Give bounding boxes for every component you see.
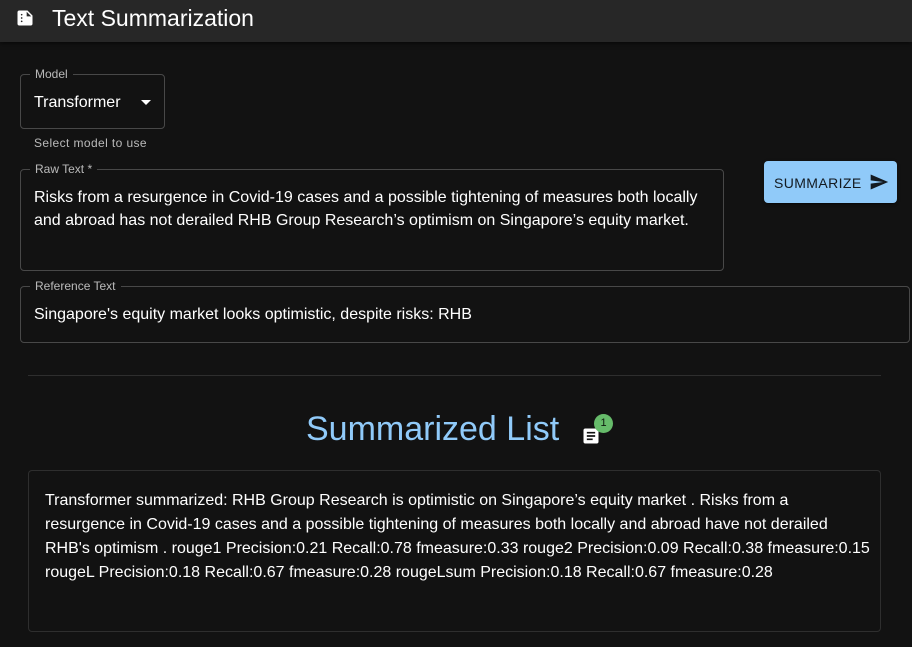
- raw-text-label: Raw Text *: [30, 162, 98, 176]
- summary-card: Transformer summarized: RHB Group Resear…: [28, 470, 881, 632]
- reference-text-label: Reference Text: [30, 279, 121, 293]
- reference-text-input[interactable]: Singapore's equity market looks optimist…: [34, 305, 472, 324]
- summarized-list-title: Summarized List: [306, 410, 560, 448]
- model-select[interactable]: Model Transformer: [20, 67, 165, 129]
- reference-text-field[interactable]: Reference Text Singapore's equity market…: [20, 279, 910, 343]
- summarize-document-icon: [17, 10, 33, 26]
- model-selected-value: Transformer: [34, 94, 121, 111]
- summarize-button-label: SUMMARIZE: [774, 175, 862, 191]
- section-divider: [28, 375, 881, 376]
- summarize-button[interactable]: SUMMARIZE: [764, 161, 897, 203]
- model-helper-text: Select model to use: [34, 136, 147, 150]
- raw-text-input[interactable]: Risks from a resurgence in Covid-19 case…: [34, 186, 714, 232]
- model-label: Model: [30, 67, 73, 81]
- summary-count-badge: 1: [594, 414, 613, 433]
- app-bar: Text Summarization: [0, 0, 912, 42]
- dropdown-arrow-icon: [141, 100, 151, 105]
- app-title: Text Summarization: [52, 5, 254, 31]
- summary-item: Transformer summarized: RHB Group Resear…: [45, 492, 870, 581]
- send-icon: [870, 174, 889, 190]
- raw-text-field[interactable]: Raw Text * Risks from a resurgence in Co…: [20, 162, 724, 271]
